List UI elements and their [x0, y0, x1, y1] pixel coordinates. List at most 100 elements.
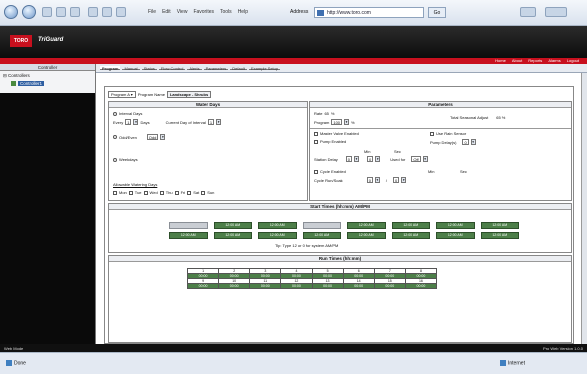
program-select[interactable]: Program A ▾ [108, 91, 136, 98]
home-icon[interactable] [70, 7, 80, 17]
thu-checkbox[interactable] [159, 190, 164, 195]
nav-reports[interactable]: Reports [528, 58, 542, 63]
stop-icon[interactable] [42, 7, 52, 17]
tab-alerts[interactable]: Alerts [187, 66, 202, 71]
nav-alarms[interactable]: Alarms [548, 58, 560, 63]
run-time-input[interactable]: 00:00 [311, 283, 344, 289]
start-time-6[interactable]: 12:00 AM [391, 222, 430, 229]
weekdays-radio[interactable] [113, 157, 117, 162]
back-button[interactable] [4, 5, 18, 19]
start-time-3[interactable]: 12:00 AM [258, 222, 297, 229]
nav-home[interactable]: Home [495, 58, 506, 63]
start-time-12[interactable]: 12:00 AM [302, 232, 341, 239]
program-name-input[interactable]: Landscape - Shrubs [166, 91, 212, 98]
refresh-icon[interactable] [56, 7, 66, 17]
cycle-enabled-checkbox[interactable] [314, 169, 318, 174]
run-time-input[interactable]: 00:00 [342, 283, 375, 289]
start-time-7[interactable]: 12:00 AM [436, 222, 475, 229]
current-day-input[interactable]: 1 [207, 119, 215, 125]
station-delay-sec-stepper[interactable]: ▾ [375, 156, 381, 162]
run-time-input[interactable]: 00:00 [249, 283, 282, 289]
mon-checkbox[interactable] [113, 190, 117, 195]
tab-flow-control[interactable]: Flow Control [158, 66, 186, 71]
rain-sensor-option[interactable]: Use Rain Sensor [430, 131, 466, 136]
pump-enabled-option[interactable]: Pump Enabled [314, 139, 346, 144]
tree-item-controller[interactable]: Controller1 [3, 81, 92, 87]
tab-default[interactable]: Default [230, 66, 247, 71]
tree-root[interactable]: ⊟ Controllers [3, 73, 92, 79]
wed-checkbox[interactable] [143, 190, 148, 195]
favorites-icon[interactable] [102, 7, 112, 17]
nav-logout[interactable]: Logout [567, 58, 579, 63]
menu-favorites[interactable]: Favorites [193, 9, 214, 15]
weekdays-option[interactable]: Weekdays [113, 157, 138, 162]
station-delay-min-input[interactable]: 0 [345, 156, 353, 162]
media-icon[interactable] [116, 7, 126, 17]
tab-status[interactable]: Status [141, 66, 157, 71]
start-time-4[interactable] [302, 222, 341, 229]
cycle-run-input[interactable]: 0 [366, 177, 373, 183]
master-valve-checkbox[interactable] [314, 131, 318, 136]
odd-even-stepper[interactable]: ▾ [160, 134, 166, 140]
station-delay-min-stepper[interactable]: ▾ [354, 156, 360, 162]
menu-help[interactable]: Help [238, 9, 248, 15]
rain-sensor-checkbox[interactable] [430, 131, 434, 136]
nav-about[interactable]: About [512, 58, 522, 63]
current-day-stepper[interactable]: ▾ [216, 119, 222, 125]
sat-checkbox[interactable] [187, 190, 192, 195]
odd-even-radio[interactable] [113, 135, 117, 139]
run-time-input[interactable]: 00:00 [373, 283, 406, 289]
cycle-enabled-option[interactable]: Cycle Enabled [314, 169, 346, 174]
start-time-16[interactable]: 12:00 AM [480, 232, 519, 239]
every-input[interactable]: 1 [125, 119, 132, 125]
menu-edit[interactable]: Edit [162, 9, 171, 15]
odd-even-option[interactable]: Odd/Even Odd ▾ [113, 134, 166, 140]
toolbar-extra2-icon[interactable] [545, 7, 567, 17]
run-time-input[interactable]: 00:00 [404, 283, 438, 289]
start-time-15[interactable]: 12:00 AM [436, 232, 475, 239]
used-for-stepper[interactable]: ▾ [422, 156, 428, 162]
forward-button[interactable] [22, 5, 36, 19]
every-stepper[interactable]: ▾ [133, 119, 139, 125]
used-for-select[interactable]: Off [411, 156, 421, 162]
address-bar[interactable]: http://www.toro.com [314, 7, 424, 18]
go-button[interactable]: Go [428, 7, 446, 18]
menu-tools[interactable]: Tools [220, 9, 232, 15]
sun-checkbox[interactable] [201, 190, 206, 195]
tab-parameters[interactable]: Parameters [203, 66, 229, 71]
toolbar-extra-icon[interactable] [520, 7, 536, 17]
program-adjust-stepper[interactable]: ▾ [344, 119, 350, 125]
cycle-run-stepper[interactable]: ▾ [374, 177, 380, 183]
main-scrollbar[interactable] [581, 73, 587, 344]
start-time-1[interactable] [169, 222, 208, 229]
interval-days-option[interactable]: Interval Days [113, 111, 142, 116]
pump-delay-stepper[interactable]: ▾ [470, 139, 476, 145]
run-time-input[interactable]: 00:00 [186, 283, 220, 289]
start-time-11[interactable]: 12:00 AM [258, 232, 297, 239]
odd-even-select[interactable]: Odd [146, 134, 159, 140]
cycle-soak-input[interactable]: 0 [393, 177, 400, 183]
tab-program[interactable]: Program [100, 66, 121, 71]
fri-checkbox[interactable] [174, 190, 179, 195]
start-time-14[interactable]: 12:00 AM [391, 232, 430, 239]
start-time-13[interactable]: 12:00 AM [347, 232, 386, 239]
master-valve-option[interactable]: Master Valve Enabled [314, 131, 359, 136]
start-time-2[interactable]: 12:00 AM [213, 222, 252, 229]
cycle-soak-stepper[interactable]: ▾ [401, 177, 407, 183]
menu-view[interactable]: View [177, 9, 188, 15]
start-time-9[interactable]: 12:00 AM [169, 232, 208, 239]
station-delay-sec-input[interactable]: 0 [367, 156, 374, 162]
tab-example-setup[interactable]: Example Setup [248, 66, 281, 71]
run-time-input[interactable]: 00:00 [218, 283, 251, 289]
search-icon[interactable] [88, 7, 98, 17]
pump-delay-input[interactable]: 0 [462, 139, 469, 145]
menu-file[interactable]: File [148, 9, 156, 15]
program-adjust-input[interactable]: 100 [331, 119, 343, 125]
tab-manual[interactable]: Manual [122, 66, 140, 71]
start-time-5[interactable]: 12:00 AM [347, 222, 386, 229]
start-time-10[interactable]: 12:00 AM [213, 232, 252, 239]
interval-radio[interactable] [113, 111, 117, 116]
run-time-input[interactable]: 00:00 [280, 283, 313, 289]
tue-checkbox[interactable] [128, 190, 133, 195]
pump-enabled-checkbox[interactable] [314, 139, 318, 144]
